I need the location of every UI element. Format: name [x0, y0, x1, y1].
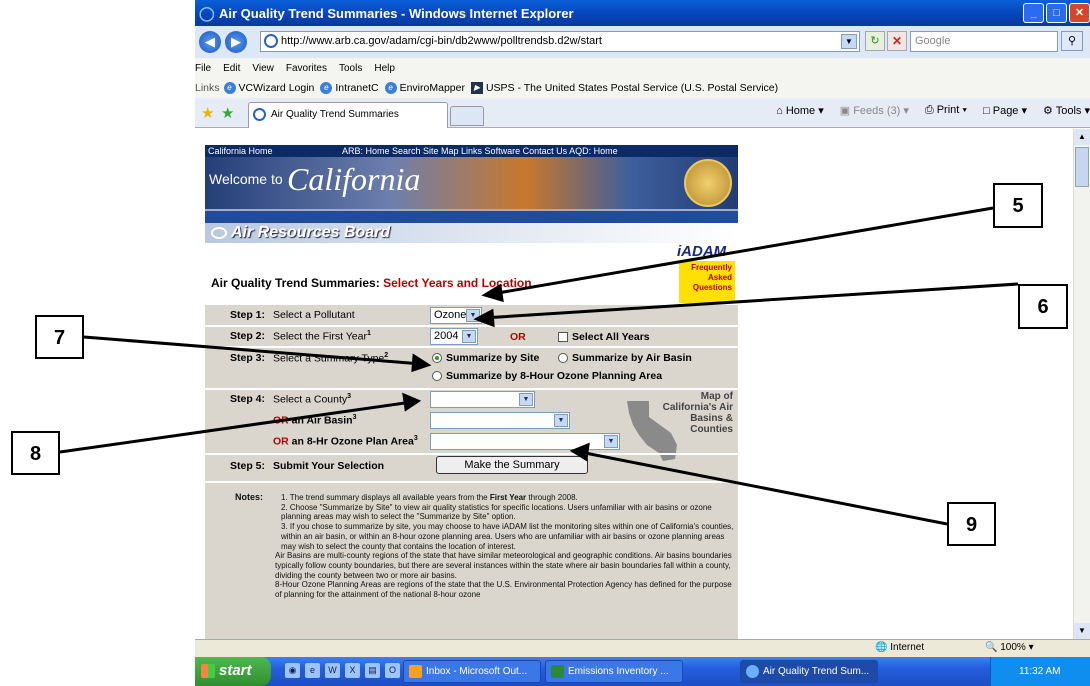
callout-9: 9 [947, 502, 996, 546]
arrow-7 [83, 335, 423, 366]
callout-5: 5 [993, 183, 1043, 228]
arrow-6 [482, 282, 1019, 320]
annotation-arrows [59, 206, 1019, 526]
arrow-6-head [473, 308, 495, 328]
callout-6: 6 [1018, 284, 1068, 329]
arrow-7-head [411, 353, 432, 373]
arrow-8-head [402, 392, 422, 412]
arrow-9-head [569, 442, 590, 462]
arrow-9 [579, 450, 948, 526]
callout-7: 7 [35, 315, 84, 359]
callout-8: 8 [11, 431, 60, 475]
arrow-5-head [481, 283, 504, 303]
arrow-8 [59, 400, 413, 454]
arrow-5 [491, 206, 994, 296]
